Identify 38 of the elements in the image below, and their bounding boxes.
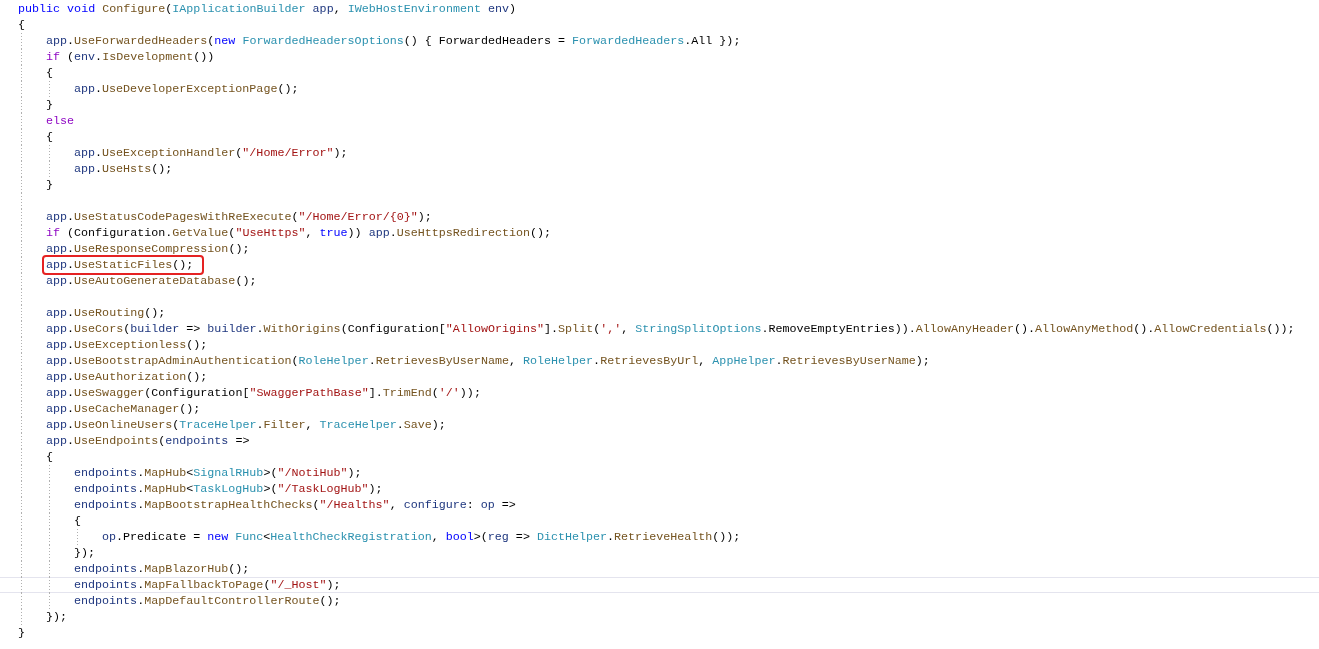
- code-line: app.UseResponseCompression();: [46, 241, 250, 257]
- code-line: app.UseStatusCodePagesWithReExecute("/Home/Error/{0}");: [46, 209, 432, 225]
- code-line: app.UseStaticFiles();: [44, 257, 203, 273]
- code-line: app.UseBootstrapAdminAuthentication(RoleHelper.RetrievesByUserName, RoleHelper.RetrievesByUrl, AppHelper.RetrievesByUserName);: [46, 353, 930, 369]
- code-line: app.UseExceptionless();: [46, 337, 208, 353]
- code-line: {: [18, 17, 25, 33]
- code-line: }: [46, 97, 53, 113]
- code-line: app.UseSwagger(Configuration["SwaggerPathBase"].TrimEnd('/'));: [46, 385, 481, 401]
- code-line: {: [74, 513, 81, 529]
- code-line: {: [46, 129, 53, 145]
- code-line: endpoints.MapBootstrapHealthChecks("/Healths", configure: op =>: [74, 497, 516, 513]
- code-line: app.UseEndpoints(endpoints =>: [46, 433, 250, 449]
- code-line: app.UseExceptionHandler("/Home/Error");: [74, 145, 348, 161]
- code-line: });: [46, 609, 68, 625]
- code-line: app.UseForwardedHeaders(new ForwardedHeadersOptions() { ForwardedHeaders = ForwardedHeaders.All });: [46, 33, 741, 49]
- code-line: op.Predicate = new Func<HealthCheckRegistration, bool>(reg => DictHelper.RetrieveHealth());: [102, 529, 741, 545]
- code-line: }: [46, 177, 53, 193]
- code-line: app.UseHsts();: [74, 161, 173, 177]
- code-line: {: [46, 449, 53, 465]
- code-line: else: [46, 113, 75, 129]
- code-line: });: [74, 545, 96, 561]
- code-line: app.UseAuthorization();: [46, 369, 208, 385]
- code-line: app.UseCors(builder => builder.WithOrigins(Configuration["AllowOrigins"].Split(',', StringSplitOptions.RemoveEmptyEntries)).AllowAnyHeader().AllowAnyMethod().AllowCredentials());: [46, 321, 1295, 337]
- code-line: app.UseAutoGenerateDatabase();: [46, 273, 257, 289]
- code-line: if (env.IsDevelopment()): [46, 49, 215, 65]
- code-line: endpoints.MapBlazorHub();: [74, 561, 250, 577]
- code-line: endpoints.MapHub<TaskLogHub>("/TaskLogHub");: [74, 481, 383, 497]
- code-line: if (Configuration.GetValue("UseHttps", true)) app.UseHttpsRedirection();: [46, 225, 552, 241]
- code-line: app.UseDeveloperExceptionPage();: [74, 81, 299, 97]
- code-line: app.UseOnlineUsers(TraceHelper.Filter, TraceHelper.Save);: [46, 417, 446, 433]
- code-line: }: [18, 625, 25, 641]
- code-line: endpoints.MapFallbackToPage("/_Host");: [74, 577, 341, 593]
- code-line: app.UseCacheManager();: [46, 401, 201, 417]
- code-line: endpoints.MapDefaultControllerRoute();: [74, 593, 341, 609]
- code-line: public void Configure(IApplicationBuilder app, IWebHostEnvironment env): [18, 1, 517, 17]
- code-line: {: [46, 65, 53, 81]
- code-line: app.UseRouting();: [46, 305, 166, 321]
- code-line: endpoints.MapHub<SignalRHub>("/NotiHub");: [74, 465, 362, 481]
